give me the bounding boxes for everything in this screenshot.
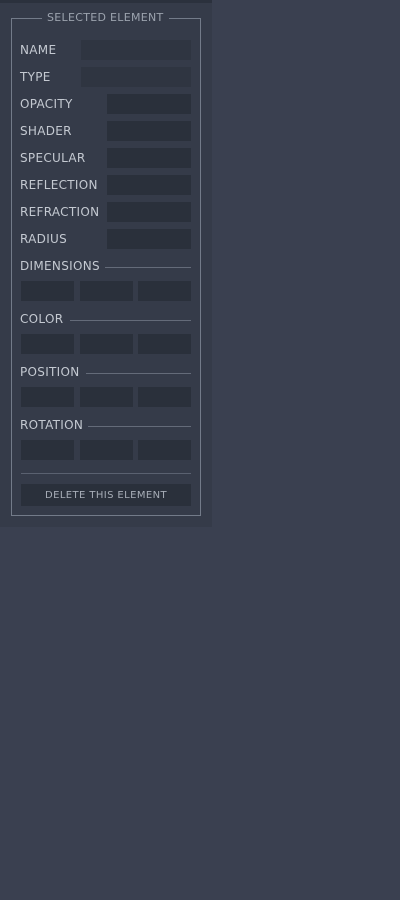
reflection-label: REFLECTION (20, 178, 98, 192)
position-z-input[interactable] (138, 387, 191, 407)
rotation-y-input[interactable] (80, 440, 133, 460)
color-r-input[interactable] (21, 334, 74, 354)
refraction-input[interactable] (107, 202, 191, 222)
color-divider (70, 320, 191, 321)
color-g-input[interactable] (80, 334, 133, 354)
shader-input[interactable] (107, 121, 191, 141)
rotation-x-input[interactable] (21, 440, 74, 460)
refraction-label: REFRACTION (20, 205, 100, 219)
dimensions-z-input[interactable] (138, 281, 191, 301)
name-label: NAME (20, 43, 57, 57)
radius-input[interactable] (107, 229, 191, 249)
shader-label: SHADER (20, 124, 72, 138)
dimensions-heading: DIMENSIONS (20, 259, 100, 273)
position-heading: POSITION (20, 365, 80, 379)
position-x-input[interactable] (21, 387, 74, 407)
name-input[interactable] (81, 40, 191, 60)
color-heading: COLOR (20, 312, 64, 326)
opacity-label: OPACITY (20, 97, 73, 111)
dimensions-y-input[interactable] (80, 281, 133, 301)
type-input[interactable] (81, 67, 191, 87)
panel-top-bar (0, 0, 212, 3)
rotation-heading: ROTATION (20, 418, 84, 432)
rotation-divider (88, 426, 191, 427)
dimensions-divider (105, 267, 191, 268)
specular-label: SPECULAR (20, 151, 86, 165)
selected-element-legend: SELECTED ELEMENT (47, 11, 164, 24)
color-b-input[interactable] (138, 334, 191, 354)
reflection-input[interactable] (107, 175, 191, 195)
dimensions-x-input[interactable] (21, 281, 74, 301)
actions-divider (21, 473, 191, 474)
position-divider (86, 373, 191, 374)
position-y-input[interactable] (80, 387, 133, 407)
opacity-input[interactable] (107, 94, 191, 114)
specular-input[interactable] (107, 148, 191, 168)
radius-label: RADIUS (20, 232, 68, 246)
delete-element-button[interactable]: DELETE THIS ELEMENT (21, 484, 191, 506)
type-label: TYPE (20, 70, 51, 84)
rotation-z-input[interactable] (138, 440, 191, 460)
